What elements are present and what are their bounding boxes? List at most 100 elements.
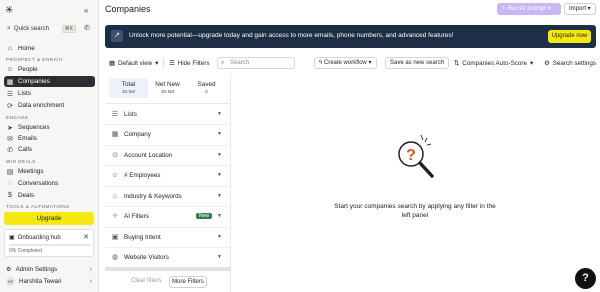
sidebar-item-label: Deals xyxy=(18,192,35,199)
onboarding-icon: ▣ xyxy=(9,235,15,241)
phone-icon[interactable]: ✆ xyxy=(84,24,90,32)
filter-industry-keywords[interactable]: ⌂ Industry & Keywords ▼ xyxy=(111,190,226,202)
list-icon: ☰ xyxy=(6,90,14,98)
more-filters-button[interactable]: More Filters xyxy=(169,276,207,288)
send-icon: ➤ xyxy=(7,124,13,132)
sidebar-item-label: Meetings xyxy=(18,168,44,175)
filter-panel: Total 30.5M Net New 30.5M Saved 0 ☰ List… xyxy=(105,74,231,292)
sidebar-item-data-enrichment[interactable]: ⟳ Data enrichment xyxy=(4,100,95,111)
upgrade-button[interactable]: Upgrade xyxy=(4,212,94,225)
search-settings-button[interactable]: ⚙ Search settings xyxy=(544,57,596,69)
filter-account-location[interactable]: ⊙ Account Location ▼ xyxy=(111,149,226,161)
chevron-right-icon: › xyxy=(89,266,92,273)
trend-up-icon: ↗ xyxy=(111,30,123,42)
sidebar-item-lists[interactable]: ☰ Lists xyxy=(4,88,95,99)
filter-label: Buying Intent xyxy=(124,233,161,241)
collapse-sidebar-icon[interactable]: « xyxy=(84,6,88,15)
phone-icon: ✆ xyxy=(7,146,13,154)
divider xyxy=(105,124,231,125)
auto-score-dropdown[interactable]: ⇅ Companies Auto-Score ▾ xyxy=(454,57,533,69)
sidebar-item-conversations[interactable]: ◌ Conversations xyxy=(4,178,95,189)
section-engage: ENGAGE xyxy=(6,115,29,120)
chevron-down-icon: ▼ xyxy=(217,234,222,240)
run-ai-prompt-label: Run AI prompt xyxy=(507,6,547,12)
filter-company[interactable]: ▦ Company ▼ xyxy=(111,128,226,140)
user-menu[interactable]: HT Harshita Tewari › xyxy=(4,276,94,287)
horizontal-scrollbar[interactable] xyxy=(105,267,231,271)
sidebar-item-deals[interactable]: $ Deals xyxy=(4,190,95,201)
auto-score-label: Companies Auto-Score xyxy=(462,59,528,67)
user-name: Harshita Tewari xyxy=(19,278,62,285)
intent-icon: ▣ xyxy=(111,234,119,241)
help-button[interactable]: ? xyxy=(575,268,596,289)
search-icon: ⌕ xyxy=(7,25,11,32)
search-input[interactable]: ⌕ Search xyxy=(217,57,295,69)
onboarding-hub-card[interactable]: ▣ Onboarding hub ✕ 0% Completed xyxy=(4,229,94,257)
tab-net-new[interactable]: Net New 30.5M xyxy=(148,78,187,98)
mail-icon: ✉ xyxy=(7,135,13,143)
banner-text: Unlock more potential—upgrade today and … xyxy=(129,32,454,39)
default-view-dropdown[interactable]: ▦ Default view ▾ xyxy=(109,57,158,69)
sidebar-item-sequences[interactable]: ➤ Sequences xyxy=(4,122,95,133)
clear-filters-button[interactable]: Clear filters xyxy=(131,278,161,284)
tab-total[interactable]: Total 30.5M xyxy=(109,78,148,98)
chevron-down-icon: ▾ xyxy=(155,59,159,67)
upgrade-now-button[interactable]: Upgrade now xyxy=(548,30,591,43)
gear-icon: ⚙ xyxy=(544,59,550,67)
industry-icon: ⌂ xyxy=(112,192,118,200)
sidebar-item-label: Companies xyxy=(18,78,50,85)
admin-settings-label: Admin Settings xyxy=(15,266,58,273)
tab-value: 30.5M xyxy=(160,90,175,95)
filter-label: Company xyxy=(124,130,151,138)
calendar-icon: ▤ xyxy=(6,168,14,176)
onboarding-progress-text: 0% Completed xyxy=(9,248,42,254)
sidebar-item-emails[interactable]: ✉ Emails xyxy=(4,133,95,144)
hide-filters-button[interactable]: ☰ Hide Filters xyxy=(169,57,210,69)
save-search-button[interactable]: Save as new search xyxy=(385,57,450,69)
divider xyxy=(105,103,231,104)
filter-label: Website Visitors xyxy=(124,253,169,261)
import-label: Import xyxy=(569,6,587,12)
quick-search[interactable]: ⌕ Quick search ⌘K xyxy=(4,23,79,35)
person-icon: ☺ xyxy=(6,66,14,73)
filter-label: Industry & Keywords xyxy=(124,192,182,200)
create-workflow-button[interactable]: ϟ Create workflow ▾ xyxy=(314,57,377,69)
close-icon[interactable]: ✕ xyxy=(83,233,89,241)
sidebar-item-calls[interactable]: ✆ Calls xyxy=(4,144,95,155)
import-button[interactable]: Import ▾ xyxy=(564,3,596,15)
location-icon: ⊙ xyxy=(112,152,118,159)
sidebar-item-home[interactable]: ⌂ Home xyxy=(4,43,95,54)
filter-label: AI Filters xyxy=(124,212,149,220)
people-icon: ☺ xyxy=(111,171,119,179)
score-icon: ⇅ xyxy=(454,59,460,67)
chevron-down-icon: ▼ xyxy=(217,152,222,158)
search-settings-label: Search settings xyxy=(552,59,597,67)
apollo-logo-icon[interactable]: ✳ xyxy=(5,6,15,16)
divider xyxy=(105,206,231,207)
page-title: Companies xyxy=(105,4,151,14)
default-view-label: Default view xyxy=(117,59,153,67)
sidebar-item-companies[interactable]: ▦ Companies xyxy=(4,76,95,87)
filter-lists[interactable]: ☰ Lists ▼ xyxy=(111,108,226,120)
sidebar-item-meetings[interactable]: ▤ Meetings xyxy=(4,166,95,177)
filter-label: Account Location xyxy=(124,151,173,159)
chevron-down-icon: ▾ xyxy=(530,59,534,67)
filter-employees[interactable]: ☺ # Employees ▼ xyxy=(111,169,226,181)
chevron-down-icon: ▼ xyxy=(217,193,222,199)
avatar: HT xyxy=(6,277,15,286)
section-win-deals: WIN DEALS xyxy=(6,159,36,164)
filter-website-visitors[interactable]: ◍ Website Visitors ▼ xyxy=(111,251,226,263)
filter-buying-intent[interactable]: ▣ Buying Intent ▼ xyxy=(111,231,226,243)
sidebar-item-people[interactable]: ☺ People xyxy=(4,64,95,75)
divider xyxy=(105,247,231,248)
run-ai-prompt-button[interactable]: ✧ Run AI prompt ▾ xyxy=(497,3,561,15)
admin-settings[interactable]: ⚙ Admin Settings › xyxy=(4,264,94,275)
filter-label: # Employees xyxy=(124,171,161,179)
chevron-down-icon: ▼ xyxy=(217,131,222,137)
home-icon: ⌂ xyxy=(7,45,13,52)
quick-search-label: Quick search xyxy=(13,26,49,32)
view-icon: ▦ xyxy=(109,59,115,67)
tab-saved[interactable]: Saved 0 xyxy=(187,78,226,98)
sparkle-icon: ✧ xyxy=(112,213,118,220)
filter-ai-filters[interactable]: ✧ AI Filters New ▼ xyxy=(111,210,226,222)
